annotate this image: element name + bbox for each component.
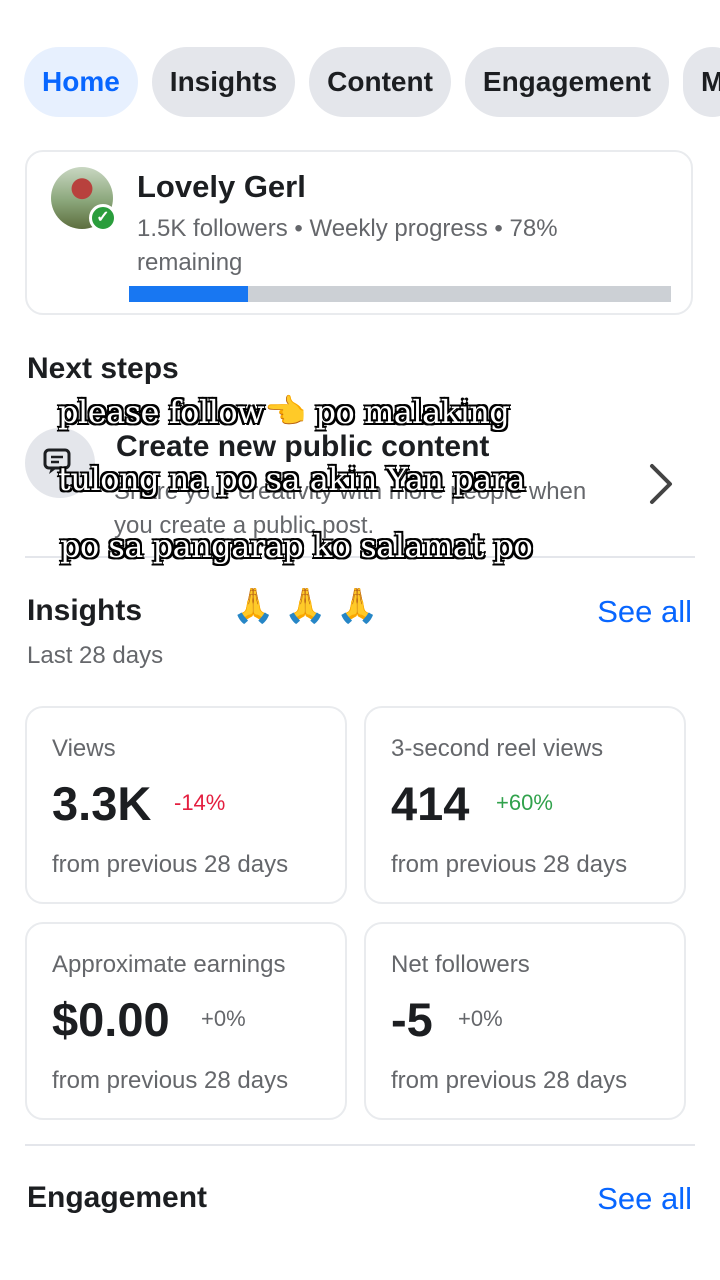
comment-icon xyxy=(43,448,71,474)
weekly-progress-fill xyxy=(129,286,249,302)
stat-change: -14% xyxy=(174,790,226,815)
next-step-title[interactable]: Create new public content xyxy=(116,430,489,464)
profile-meta: 1.5K followers • Weekly progress • 78% r… xyxy=(137,215,558,276)
stat-footer: from previous 28 days xyxy=(391,1067,628,1094)
stat-label: Views xyxy=(52,735,116,762)
stat-label: 3-second reel views xyxy=(391,735,604,762)
insights-see-all-link[interactable]: See all xyxy=(597,594,692,630)
stat-change: +0% xyxy=(201,1006,246,1031)
stat-card-net-followers[interactable]: Net followers -5 +0% from previous 28 da… xyxy=(364,922,686,1120)
next-steps-title: Next steps xyxy=(27,352,179,385)
verified-check-icon: ✓ xyxy=(89,204,117,232)
stat-label: Approximate earnings xyxy=(52,951,286,978)
stat-footer: from previous 28 days xyxy=(391,851,628,878)
stat-label: Net followers xyxy=(391,951,530,978)
profile-name: Lovely Gerl xyxy=(137,169,306,204)
praying-hands-icon: 🙏 🙏 🙏 xyxy=(232,586,379,626)
divider xyxy=(25,556,695,558)
tab-engagement[interactable]: Engagement xyxy=(464,47,669,117)
divider xyxy=(25,1144,695,1146)
stat-change: +60% xyxy=(496,790,553,815)
tab-home[interactable]: Home xyxy=(24,47,138,117)
tab-bar: Home Insights Content Engagement M xyxy=(24,47,720,119)
create-post-icon-wrap xyxy=(25,428,95,498)
chevron-right-icon[interactable] xyxy=(646,462,676,506)
insights-period: Last 28 days xyxy=(27,642,164,669)
stat-card-reel-views[interactable]: 3-second reel views 414 +60% from previo… xyxy=(364,706,686,904)
stat-value: $0.00 xyxy=(52,993,170,1046)
caption-line-1: please follow👈 po malaking xyxy=(57,392,511,432)
next-step-description: Share your creativity with more people w… xyxy=(114,478,587,539)
tab-content[interactable]: Content xyxy=(309,47,451,117)
pointing-hand-icon: 👈 xyxy=(264,392,306,432)
stat-value: -5 xyxy=(391,993,433,1046)
stat-card-earnings[interactable]: Approximate earnings $0.00 +0% from prev… xyxy=(25,922,347,1120)
stat-value: 3.3K xyxy=(52,777,152,830)
engagement-title: Engagement xyxy=(27,1181,208,1214)
tab-more[interactable]: M xyxy=(682,47,720,117)
stat-value: 414 xyxy=(391,777,470,830)
tab-insights[interactable]: Insights xyxy=(151,47,296,117)
engagement-see-all-link[interactable]: See all xyxy=(597,1181,692,1217)
stat-footer: from previous 28 days xyxy=(52,1067,289,1094)
insights-title: Insights xyxy=(27,594,143,627)
stat-card-views[interactable]: Views 3.3K -14% from previous 28 days xyxy=(25,706,347,904)
stat-footer: from previous 28 days xyxy=(52,851,289,878)
caption-emojis: 🙏 🙏 🙏 xyxy=(232,586,532,626)
profile-card[interactable]: ✓ Lovely Gerl 1.5K followers • Weekly pr… xyxy=(25,150,693,315)
stat-change: +0% xyxy=(458,1006,503,1031)
weekly-progress-bar xyxy=(129,286,671,302)
